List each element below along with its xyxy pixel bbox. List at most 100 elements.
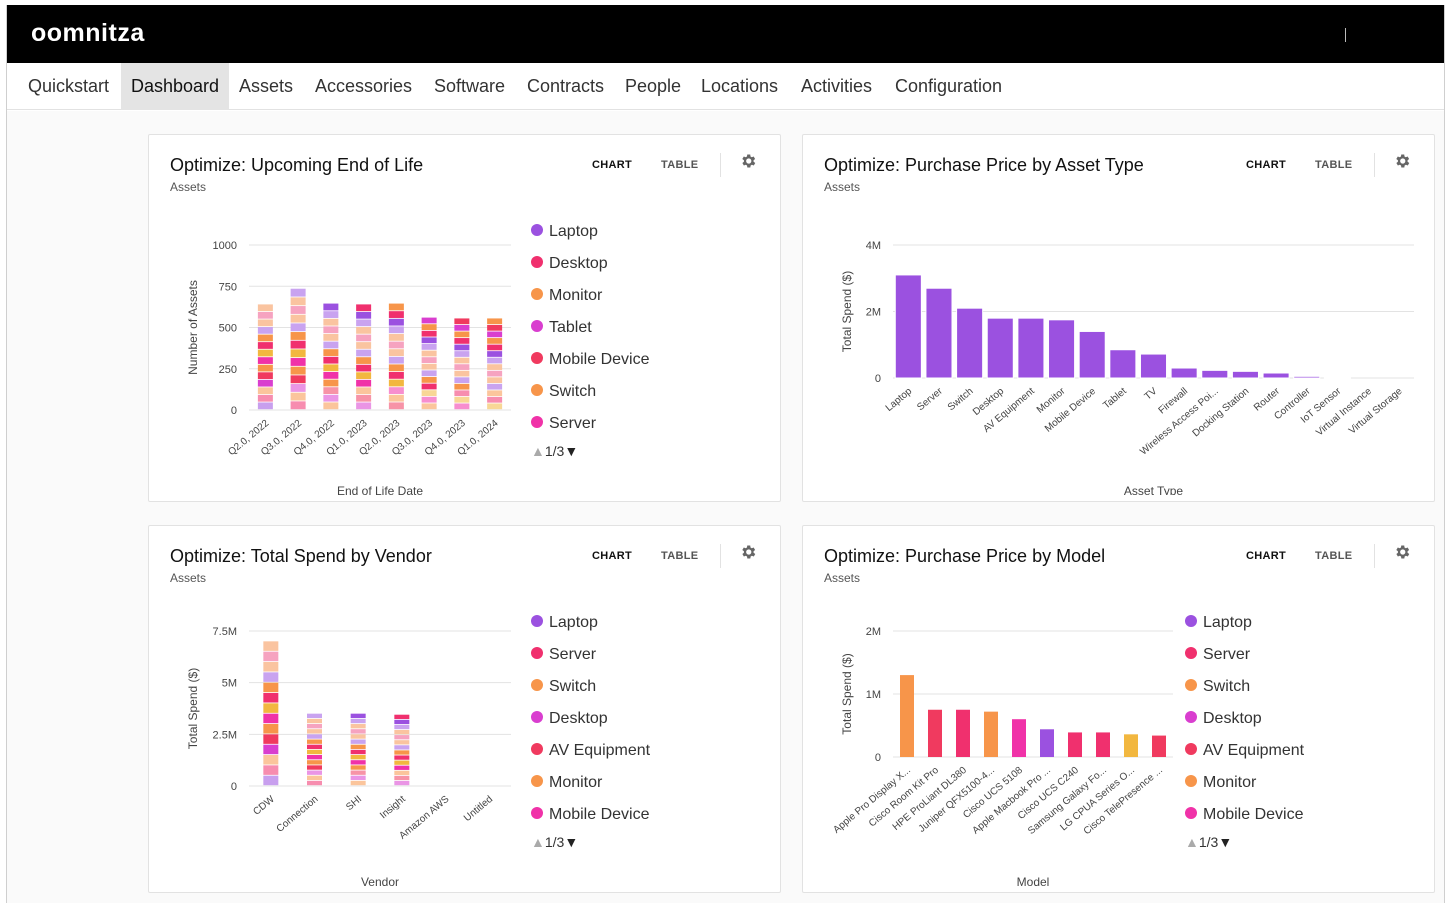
- bar-segment: [356, 327, 372, 334]
- top-bar: oomnitza: [7, 5, 1444, 63]
- nav-dashboard[interactable]: Dashboard: [121, 63, 230, 110]
- legend-item[interactable]: Server: [1185, 646, 1250, 666]
- legend-item[interactable]: Laptop: [1185, 614, 1252, 634]
- dashboard-content: Optimize: Upcoming End of Life Assets CH…: [7, 111, 1444, 903]
- legend-item[interactable]: Switch: [531, 678, 596, 698]
- bar-segment: [263, 713, 279, 724]
- app-logo[interactable]: oomnitza: [31, 19, 145, 48]
- legend-item[interactable]: Switch: [531, 383, 596, 403]
- nav-locations[interactable]: Locations: [691, 63, 788, 110]
- legend-item[interactable]: Desktop: [531, 710, 608, 730]
- pager-down-icon[interactable]: ▼: [564, 834, 578, 850]
- legend-dot: [1185, 743, 1197, 756]
- bar-segment: [290, 384, 306, 392]
- chart-view-button[interactable]: CHART: [592, 550, 632, 562]
- legend-item[interactable]: Monitor: [531, 774, 602, 794]
- bar: [900, 675, 914, 757]
- bar-segment: [323, 318, 339, 326]
- y-tick-label: 1M: [866, 689, 881, 701]
- chart-view-button[interactable]: CHART: [1246, 550, 1286, 562]
- legend-item[interactable]: Desktop: [531, 255, 608, 275]
- nav-contracts[interactable]: Contracts: [517, 63, 614, 110]
- bar-segment: [487, 370, 503, 377]
- widget-subtitle: Assets: [824, 571, 861, 585]
- bar-segment: [263, 651, 279, 662]
- legend-item[interactable]: Server: [531, 646, 596, 666]
- bar-segment: [394, 740, 410, 745]
- nav-activities[interactable]: Activities: [791, 63, 882, 110]
- table-view-button[interactable]: TABLE: [1315, 159, 1352, 171]
- nav-assets[interactable]: Assets: [229, 63, 303, 110]
- bar: [956, 307, 984, 379]
- legend-item[interactable]: Laptop: [531, 614, 598, 634]
- bar-segment: [263, 744, 279, 755]
- y-tick-label: 0: [231, 781, 237, 793]
- legend-item[interactable]: Mobile Device: [531, 806, 649, 826]
- pager-up-icon[interactable]: ▲: [1185, 834, 1199, 850]
- legend-item[interactable]: Switch: [1185, 678, 1250, 698]
- legend-item[interactable]: AV Equipment: [531, 742, 650, 762]
- bar-segment: [394, 775, 410, 781]
- table-view-button[interactable]: TABLE: [661, 550, 698, 562]
- legend-item[interactable]: Mobile Device: [1185, 806, 1303, 826]
- bar-segment: [388, 341, 404, 349]
- bar-segment: [388, 349, 404, 356]
- bar-segment: [421, 330, 437, 337]
- table-view-button[interactable]: TABLE: [661, 159, 698, 171]
- gear-icon[interactable]: [1393, 543, 1411, 561]
- divider: [720, 544, 721, 568]
- nav-software[interactable]: Software: [424, 63, 515, 110]
- bar-segment: [323, 349, 339, 356]
- x-tick-label: Virtual Storage: [1347, 386, 1405, 437]
- bar-segment: [421, 396, 437, 403]
- bar: [1231, 370, 1259, 379]
- legend-item[interactable]: Tablet: [531, 319, 592, 339]
- bar-segment: [394, 745, 410, 750]
- bar-segment: [257, 304, 273, 312]
- bar-segment: [257, 342, 273, 349]
- y-tick-label: 2M: [866, 307, 881, 319]
- bar: [1323, 376, 1351, 379]
- pager-up-icon[interactable]: ▲: [531, 443, 545, 459]
- pager-down-icon[interactable]: ▼: [1218, 834, 1232, 850]
- bar: [1096, 732, 1110, 757]
- legend-dot: [531, 647, 543, 660]
- legend-item[interactable]: Monitor: [531, 287, 602, 307]
- gear-icon[interactable]: [739, 543, 757, 561]
- bar: [1152, 735, 1166, 757]
- bar-segment: [388, 303, 404, 311]
- gear-icon[interactable]: [1393, 152, 1411, 170]
- nav-people[interactable]: People: [615, 63, 691, 110]
- chart-view-button[interactable]: CHART: [592, 159, 632, 171]
- legend-item[interactable]: Monitor: [1185, 774, 1256, 794]
- bar-segment: [454, 324, 470, 331]
- nav-accessories[interactable]: Accessories: [305, 63, 422, 110]
- bar-segment: [290, 288, 306, 297]
- bar-segment: [257, 319, 273, 327]
- pager-down-icon[interactable]: ▼: [564, 443, 578, 459]
- legend-item[interactable]: Server: [531, 415, 596, 435]
- widget-subtitle: Assets: [170, 180, 207, 194]
- chart-view-button[interactable]: CHART: [1246, 159, 1286, 171]
- bar-segment: [454, 396, 470, 403]
- table-view-button[interactable]: TABLE: [1315, 550, 1352, 562]
- bar-segment: [257, 364, 273, 372]
- gear-icon[interactable]: [739, 152, 757, 170]
- legend-item[interactable]: AV Equipment: [1185, 742, 1304, 762]
- bar-segment: [421, 383, 437, 390]
- bar-segment: [350, 770, 366, 775]
- bar-segment: [487, 390, 503, 397]
- bar-segment: [290, 297, 306, 306]
- legend-item[interactable]: Desktop: [1185, 710, 1262, 730]
- bar-segment: [290, 340, 306, 349]
- pager-up-icon[interactable]: ▲: [531, 834, 545, 850]
- bar-segment: [290, 332, 306, 340]
- legend-item[interactable]: Mobile Device: [531, 351, 649, 371]
- nav-configuration[interactable]: Configuration: [885, 63, 1012, 110]
- y-tick-label: 4M: [866, 240, 881, 252]
- legend-item[interactable]: Laptop: [531, 223, 598, 243]
- bar-segment: [323, 387, 339, 394]
- bar-segment: [454, 377, 470, 384]
- bar: [1078, 330, 1106, 379]
- nav-quickstart[interactable]: Quickstart: [18, 63, 119, 110]
